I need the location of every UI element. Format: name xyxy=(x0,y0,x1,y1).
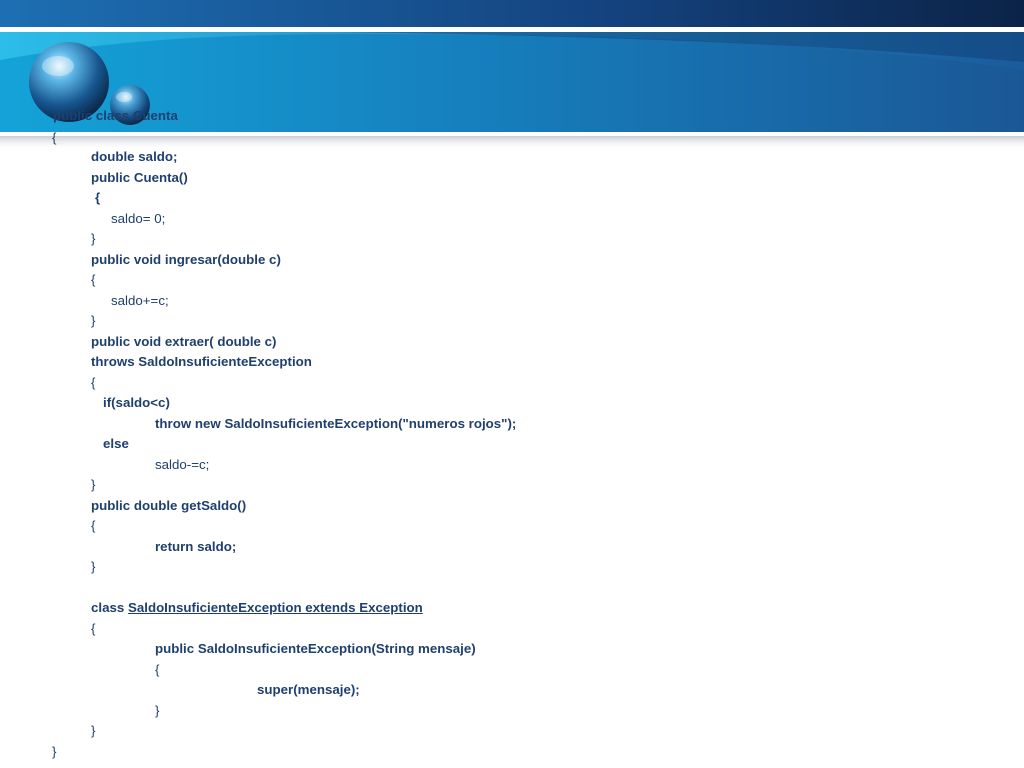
code-line: saldo= 0; xyxy=(111,211,166,226)
code-line: throws SaldoInsuficienteException xyxy=(91,354,312,369)
exception-class-name: SaldoInsuficienteException extends Excep… xyxy=(127,600,423,615)
code-line: { xyxy=(91,518,96,533)
code-line: throw new SaldoInsuficienteException("nu… xyxy=(155,416,517,431)
code-line: } xyxy=(91,723,96,738)
code-line: public void extraer( double c) xyxy=(91,334,277,349)
code-line: return saldo; xyxy=(155,539,237,554)
code-line: } xyxy=(91,231,96,246)
code-line: } xyxy=(91,477,96,492)
code-line: else xyxy=(103,436,129,451)
code-line: } xyxy=(155,703,160,718)
code-listing: public class Cuenta { double saldo; publ… xyxy=(0,0,1024,768)
code-line: public void ingresar(double c) xyxy=(91,252,281,267)
code-line: public Cuenta() xyxy=(91,170,188,185)
code-line: } xyxy=(91,313,96,328)
code-line: saldo+=c; xyxy=(111,293,169,308)
class-keyword: class xyxy=(91,600,128,615)
code-line: double saldo; xyxy=(91,149,178,164)
code-line: super(mensaje); xyxy=(257,682,360,697)
code-line: saldo-=c; xyxy=(155,457,210,472)
code-line: { xyxy=(95,190,101,205)
code-line-inner-class: class SaldoInsuficienteException extends… xyxy=(91,600,423,616)
code-line: } xyxy=(91,559,96,574)
code-line: public double getSaldo() xyxy=(91,498,247,513)
code-line-class-declaration: public class Cuenta xyxy=(53,108,178,123)
code-line: { xyxy=(91,375,96,390)
code-line: { xyxy=(91,272,96,287)
code-line: { xyxy=(155,662,160,677)
code-line: if(saldo<c) xyxy=(103,395,170,410)
code-line: { xyxy=(91,621,96,636)
code-line: } xyxy=(52,744,57,759)
code-line: public SaldoInsuficienteException(String… xyxy=(155,641,476,656)
code-line: { xyxy=(52,130,57,145)
